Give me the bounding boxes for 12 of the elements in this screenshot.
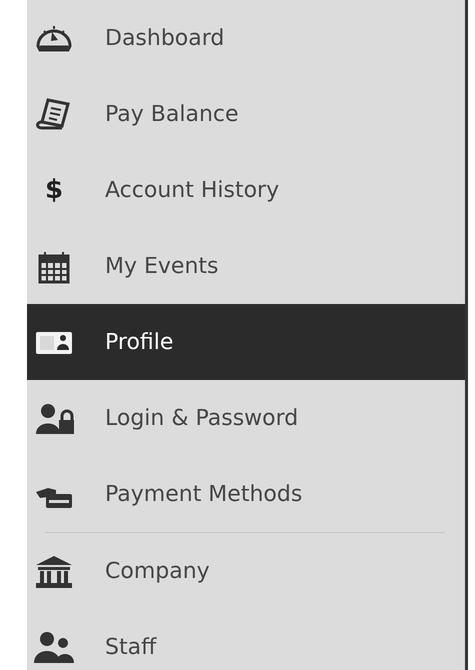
- users-icon: [33, 629, 75, 665]
- dollar-icon: $: [33, 175, 75, 205]
- menu-item[interactable]: My Events: [27, 228, 465, 304]
- menu-item[interactable]: Login & Password: [27, 380, 465, 456]
- menu-item[interactable]: Payment Methods: [27, 456, 465, 532]
- bank-icon: [33, 553, 75, 589]
- menu-item[interactable]: $ Account History: [27, 152, 465, 228]
- menu-item[interactable]: Pay Balance: [27, 76, 465, 152]
- menu-item[interactable]: Dashboard: [27, 0, 465, 76]
- menu-item[interactable]: Profile: [27, 304, 465, 380]
- menu-item[interactable]: Company: [27, 533, 465, 609]
- menu-item[interactable]: Staff: [27, 609, 465, 670]
